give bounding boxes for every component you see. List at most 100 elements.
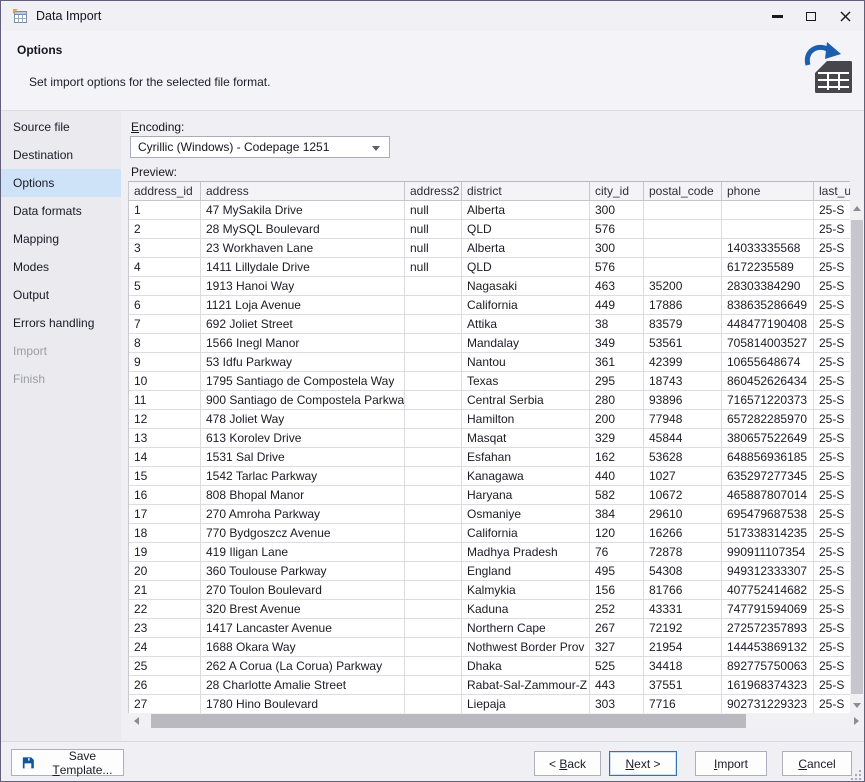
column-header-district[interactable]: district (462, 182, 590, 201)
cell-address-id: 23 (129, 619, 201, 638)
encoding-select[interactable]: Cyrillic (Windows) - Codepage 1251 (130, 136, 390, 158)
cell-address-id: 6 (129, 296, 201, 315)
maximize-button[interactable] (794, 1, 828, 31)
cell-address: 23 Workhaven Lane (201, 239, 405, 258)
chevron-down-icon (372, 146, 380, 151)
cell-address2 (405, 277, 462, 296)
scroll-left-button[interactable] (128, 713, 144, 729)
cell-address2 (405, 543, 462, 562)
table-row: 953 Idfu ParkwayNantou361423991065564867… (129, 353, 850, 372)
table-row: 241688 Okara WayNothwest Border Prov3272… (129, 638, 850, 657)
cell-district: QLD (462, 258, 590, 277)
cell-address: 613 Korolev Drive (201, 429, 405, 448)
cell-address2 (405, 391, 462, 410)
cell-address: 1566 Inegl Manor (201, 334, 405, 353)
table-row: 7692 Joliet StreetAttika3883579448477190… (129, 315, 850, 334)
cell-last-update: 25-S (814, 296, 850, 315)
cell-city-id: 76 (590, 543, 644, 562)
resize-grip[interactable] (850, 769, 862, 781)
cell-address: 1411 Lillydale Drive (201, 258, 405, 277)
cell-last-update: 25-S (814, 277, 850, 296)
cell-last-update: 25-S (814, 467, 850, 486)
table-row: 21270 Toulon BoulevardKalmykia1568176640… (129, 581, 850, 600)
sidebar-item-data-formats[interactable]: Data formats (1, 197, 121, 225)
horizontal-scrollbar-thumb[interactable] (151, 714, 746, 728)
cell-address2 (405, 524, 462, 543)
sidebar-item-finish: Finish (1, 365, 121, 393)
cell-address2: null (405, 201, 462, 220)
cell-district: Alberta (462, 239, 590, 258)
cell-postal-code: 43331 (644, 600, 722, 619)
cell-district: California (462, 524, 590, 543)
cell-address-id: 13 (129, 429, 201, 448)
cell-last-update: 25-S (814, 429, 850, 448)
cell-city-id: 300 (590, 239, 644, 258)
sidebar-item-mapping[interactable]: Mapping (1, 225, 121, 253)
cell-address-id: 4 (129, 258, 201, 277)
next-button[interactable]: Next > (609, 751, 677, 776)
column-header-address[interactable]: address (201, 182, 405, 201)
column-header-last-update[interactable]: last_update (814, 182, 850, 201)
cell-address2 (405, 467, 462, 486)
sidebar-item-options[interactable]: Options (1, 169, 121, 197)
cell-postal-code: 81766 (644, 581, 722, 600)
cell-postal-code: 77948 (644, 410, 722, 429)
column-header-postal-code[interactable]: postal_code (644, 182, 722, 201)
cell-district: Esfahan (462, 448, 590, 467)
scroll-up-button[interactable] (850, 200, 864, 216)
cell-address2: null (405, 239, 462, 258)
cell-phone: 747791594069 (722, 600, 814, 619)
cell-address2 (405, 676, 462, 695)
sidebar-item-output[interactable]: Output (1, 281, 121, 309)
cell-phone: 465887807014 (722, 486, 814, 505)
column-header-address-id[interactable]: address_id (129, 182, 201, 201)
cell-phone: 902731229323 (722, 695, 814, 713)
vertical-scrollbar[interactable] (850, 200, 864, 713)
scroll-down-button[interactable] (850, 697, 864, 713)
table-row: 147 MySakila DrivenullAlberta30025-S (129, 201, 850, 220)
cell-address: 270 Amroha Parkway (201, 505, 405, 524)
cell-last-update: 25-S (814, 220, 850, 239)
column-header-city-id[interactable]: city_id (590, 182, 644, 201)
back-button[interactable]: < Back (534, 751, 601, 776)
save-template-button[interactable]: Save Template... (11, 749, 124, 776)
vertical-scrollbar-thumb[interactable] (851, 220, 863, 694)
arrow-left-icon (134, 717, 139, 725)
cell-city-id: 525 (590, 657, 644, 676)
cell-address: 1542 Tarlac Parkway (201, 467, 405, 486)
cell-postal-code: 83579 (644, 315, 722, 334)
cell-phone: 705814003527 (722, 334, 814, 353)
table-row: 61121 Loja AvenueCalifornia4491788683863… (129, 296, 850, 315)
cell-district: Alberta (462, 201, 590, 220)
cell-address-id: 12 (129, 410, 201, 429)
cell-address2 (405, 486, 462, 505)
cell-last-update: 25-S (814, 201, 850, 220)
cell-district: Liepaja (462, 695, 590, 713)
cell-last-update: 25-S (814, 619, 850, 638)
preview-label: Preview: (131, 165, 177, 179)
close-button[interactable] (828, 1, 862, 31)
table-row: 17270 Amroha ParkwayOsmaniye384296106954… (129, 505, 850, 524)
cancel-button[interactable]: Cancel (782, 751, 852, 776)
cell-phone (722, 201, 814, 220)
cell-city-id: 384 (590, 505, 644, 524)
horizontal-scrollbar[interactable] (128, 713, 864, 729)
cell-city-id: 576 (590, 258, 644, 277)
import-button[interactable]: Import (695, 751, 767, 776)
cell-address-id: 11 (129, 391, 201, 410)
column-header-address2[interactable]: address2 (405, 182, 462, 201)
sidebar-item-modes[interactable]: Modes (1, 253, 121, 281)
sidebar-item-errors-handling[interactable]: Errors handling (1, 309, 121, 337)
minimize-button[interactable] (760, 1, 794, 31)
cell-district: Kaduna (462, 600, 590, 619)
data-import-table-icon (798, 39, 854, 97)
scroll-right-button[interactable] (848, 713, 864, 729)
sidebar-item-destination[interactable]: Destination (1, 141, 121, 169)
cell-address-id: 15 (129, 467, 201, 486)
cell-phone: 380657522649 (722, 429, 814, 448)
cell-address: 900 Santiago de Compostela Parkway (201, 391, 405, 410)
table-row: 51913 Hanoi WayNagasaki46335200283033842… (129, 277, 850, 296)
sidebar-item-source-file[interactable]: Source file (1, 113, 121, 141)
cell-phone: 990911107354 (722, 543, 814, 562)
column-header-phone[interactable]: phone (722, 182, 814, 201)
